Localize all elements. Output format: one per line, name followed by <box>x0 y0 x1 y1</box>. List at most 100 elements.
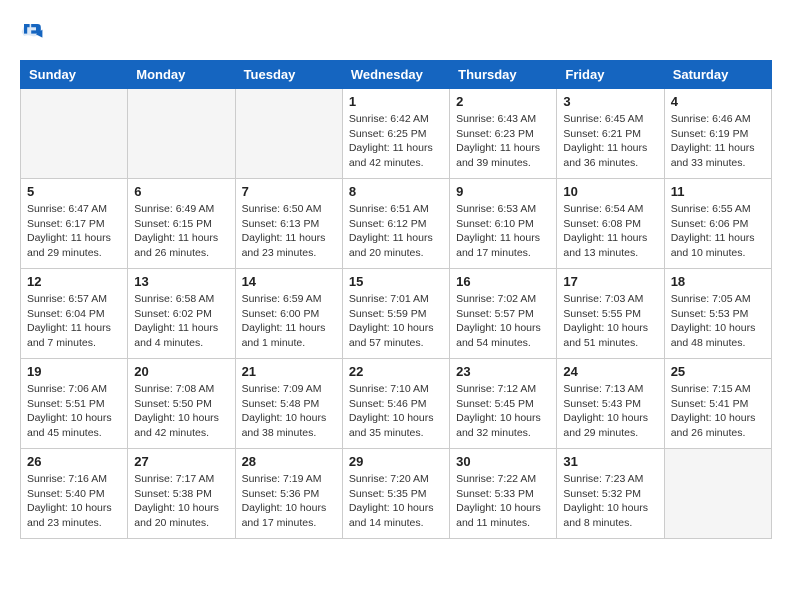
day-number: 27 <box>134 454 228 469</box>
day-info: Sunrise: 7:05 AM Sunset: 5:53 PM Dayligh… <box>671 292 765 351</box>
calendar-cell: 25 Sunrise: 7:15 AM Sunset: 5:41 PM Dayli… <box>664 359 771 449</box>
day-number: 8 <box>349 184 443 199</box>
day-number: 15 <box>349 274 443 289</box>
day-info: Sunrise: 7:20 AM Sunset: 5:35 PM Dayligh… <box>349 472 443 531</box>
day-info: Sunrise: 7:22 AM Sunset: 5:33 PM Dayligh… <box>456 472 550 531</box>
day-number: 21 <box>242 364 336 379</box>
calendar-cell: 21 Sunrise: 7:09 AM Sunset: 5:48 PM Dayli… <box>235 359 342 449</box>
day-info: Sunrise: 6:47 AM Sunset: 6:17 PM Dayligh… <box>27 202 121 261</box>
calendar-week-3: 12 Sunrise: 6:57 AM Sunset: 6:04 PM Dayli… <box>21 269 772 359</box>
day-number: 20 <box>134 364 228 379</box>
day-number: 3 <box>563 94 657 109</box>
calendar-cell: 22 Sunrise: 7:10 AM Sunset: 5:46 PM Dayli… <box>342 359 449 449</box>
day-info: Sunrise: 7:19 AM Sunset: 5:36 PM Dayligh… <box>242 472 336 531</box>
day-number: 29 <box>349 454 443 469</box>
day-number: 18 <box>671 274 765 289</box>
calendar-cell: 1 Sunrise: 6:42 AM Sunset: 6:25 PM Daylig… <box>342 89 449 179</box>
weekday-header-monday: Monday <box>128 61 235 89</box>
calendar-cell: 27 Sunrise: 7:17 AM Sunset: 5:38 PM Dayli… <box>128 449 235 539</box>
calendar-table: SundayMondayTuesdayWednesdayThursdayFrid… <box>20 60 772 539</box>
day-number: 7 <box>242 184 336 199</box>
page-header <box>20 20 772 44</box>
day-info: Sunrise: 6:42 AM Sunset: 6:25 PM Dayligh… <box>349 112 443 171</box>
weekday-header-thursday: Thursday <box>450 61 557 89</box>
calendar-cell: 6 Sunrise: 6:49 AM Sunset: 6:15 PM Daylig… <box>128 179 235 269</box>
weekday-header-saturday: Saturday <box>664 61 771 89</box>
day-number: 11 <box>671 184 765 199</box>
calendar-week-5: 26 Sunrise: 7:16 AM Sunset: 5:40 PM Dayli… <box>21 449 772 539</box>
day-info: Sunrise: 7:23 AM Sunset: 5:32 PM Dayligh… <box>563 472 657 531</box>
calendar-cell: 2Sunrise: 6:43 AM Sunset: 6:23 PM Daylig… <box>450 89 557 179</box>
calendar-cell: 12 Sunrise: 6:57 AM Sunset: 6:04 PM Dayli… <box>21 269 128 359</box>
day-info: Sunrise: 7:15 AM Sunset: 5:41 PM Dayligh… <box>671 382 765 441</box>
day-info: Sunrise: 7:03 AM Sunset: 5:55 PM Dayligh… <box>563 292 657 351</box>
calendar-cell: 29 Sunrise: 7:20 AM Sunset: 5:35 PM Dayli… <box>342 449 449 539</box>
calendar-week-4: 19 Sunrise: 7:06 AM Sunset: 5:51 PM Dayli… <box>21 359 772 449</box>
day-info: Sunrise: 7:02 AM Sunset: 5:57 PM Dayligh… <box>456 292 550 351</box>
day-info: Sunrise: 7:08 AM Sunset: 5:50 PM Dayligh… <box>134 382 228 441</box>
day-info: Sunrise: 7:01 AM Sunset: 5:59 PM Dayligh… <box>349 292 443 351</box>
day-info: Sunrise: 7:17 AM Sunset: 5:38 PM Dayligh… <box>134 472 228 531</box>
calendar-cell <box>235 89 342 179</box>
day-number: 12 <box>27 274 121 289</box>
calendar-cell: 19 Sunrise: 7:06 AM Sunset: 5:51 PM Dayli… <box>21 359 128 449</box>
day-number: 4 <box>671 94 765 109</box>
day-number: 17 <box>563 274 657 289</box>
day-info: Sunrise: 6:54 AM Sunset: 6:08 PM Dayligh… <box>563 202 657 261</box>
calendar-week-1: 1 Sunrise: 6:42 AM Sunset: 6:25 PM Daylig… <box>21 89 772 179</box>
day-info: Sunrise: 6:51 AM Sunset: 6:12 PM Dayligh… <box>349 202 443 261</box>
day-number: 19 <box>27 364 121 379</box>
day-number: 10 <box>563 184 657 199</box>
day-number: 25 <box>671 364 765 379</box>
day-info: Sunrise: 7:10 AM Sunset: 5:46 PM Dayligh… <box>349 382 443 441</box>
logo-icon <box>20 20 44 44</box>
day-number: 28 <box>242 454 336 469</box>
day-info: Sunrise: 7:12 AM Sunset: 5:45 PM Dayligh… <box>456 382 550 441</box>
day-number: 26 <box>27 454 121 469</box>
calendar-cell: 7 Sunrise: 6:50 AM Sunset: 6:13 PM Daylig… <box>235 179 342 269</box>
day-number: 16 <box>456 274 550 289</box>
calendar-cell: 3Sunrise: 6:45 AM Sunset: 6:21 PM Daylig… <box>557 89 664 179</box>
day-info: Sunrise: 7:13 AM Sunset: 5:43 PM Dayligh… <box>563 382 657 441</box>
weekday-header-sunday: Sunday <box>21 61 128 89</box>
calendar-cell: 24 Sunrise: 7:13 AM Sunset: 5:43 PM Dayli… <box>557 359 664 449</box>
calendar-cell: 15 Sunrise: 7:01 AM Sunset: 5:59 PM Dayli… <box>342 269 449 359</box>
day-info: Sunrise: 6:50 AM Sunset: 6:13 PM Dayligh… <box>242 202 336 261</box>
day-number: 22 <box>349 364 443 379</box>
weekday-header-wednesday: Wednesday <box>342 61 449 89</box>
day-number: 9 <box>456 184 550 199</box>
calendar-cell: 11 Sunrise: 6:55 AM Sunset: 6:06 PM Dayli… <box>664 179 771 269</box>
day-info: Sunrise: 6:55 AM Sunset: 6:06 PM Dayligh… <box>671 202 765 261</box>
calendar-cell <box>21 89 128 179</box>
calendar-cell: 8 Sunrise: 6:51 AM Sunset: 6:12 PM Daylig… <box>342 179 449 269</box>
day-number: 6 <box>134 184 228 199</box>
day-number: 13 <box>134 274 228 289</box>
calendar-cell: 31 Sunrise: 7:23 AM Sunset: 5:32 PM Dayli… <box>557 449 664 539</box>
day-info: Sunrise: 6:53 AM Sunset: 6:10 PM Dayligh… <box>456 202 550 261</box>
day-info: Sunrise: 7:09 AM Sunset: 5:48 PM Dayligh… <box>242 382 336 441</box>
day-info: Sunrise: 6:59 AM Sunset: 6:00 PM Dayligh… <box>242 292 336 351</box>
day-info: Sunrise: 6:43 AM Sunset: 6:23 PM Dayligh… <box>456 112 550 171</box>
day-number: 1 <box>349 94 443 109</box>
day-info: Sunrise: 6:58 AM Sunset: 6:02 PM Dayligh… <box>134 292 228 351</box>
day-info: Sunrise: 7:06 AM Sunset: 5:51 PM Dayligh… <box>27 382 121 441</box>
calendar-cell: 13 Sunrise: 6:58 AM Sunset: 6:02 PM Dayli… <box>128 269 235 359</box>
day-info: Sunrise: 6:49 AM Sunset: 6:15 PM Dayligh… <box>134 202 228 261</box>
calendar-cell: 26 Sunrise: 7:16 AM Sunset: 5:40 PM Dayli… <box>21 449 128 539</box>
day-info: Sunrise: 7:16 AM Sunset: 5:40 PM Dayligh… <box>27 472 121 531</box>
calendar-cell: 20 Sunrise: 7:08 AM Sunset: 5:50 PM Dayli… <box>128 359 235 449</box>
calendar-cell: 14 Sunrise: 6:59 AM Sunset: 6:00 PM Dayli… <box>235 269 342 359</box>
calendar-week-2: 5Sunrise: 6:47 AM Sunset: 6:17 PM Daylig… <box>21 179 772 269</box>
calendar-cell: 4 Sunrise: 6:46 AM Sunset: 6:19 PM Daylig… <box>664 89 771 179</box>
day-number: 14 <box>242 274 336 289</box>
calendar-cell <box>128 89 235 179</box>
calendar-cell: 17 Sunrise: 7:03 AM Sunset: 5:55 PM Dayli… <box>557 269 664 359</box>
day-info: Sunrise: 6:46 AM Sunset: 6:19 PM Dayligh… <box>671 112 765 171</box>
day-number: 24 <box>563 364 657 379</box>
calendar-cell: 23Sunrise: 7:12 AM Sunset: 5:45 PM Dayli… <box>450 359 557 449</box>
day-number: 31 <box>563 454 657 469</box>
calendar-cell: 9 Sunrise: 6:53 AM Sunset: 6:10 PM Daylig… <box>450 179 557 269</box>
calendar-cell: 16 Sunrise: 7:02 AM Sunset: 5:57 PM Dayli… <box>450 269 557 359</box>
logo <box>20 20 48 44</box>
day-info: Sunrise: 6:57 AM Sunset: 6:04 PM Dayligh… <box>27 292 121 351</box>
